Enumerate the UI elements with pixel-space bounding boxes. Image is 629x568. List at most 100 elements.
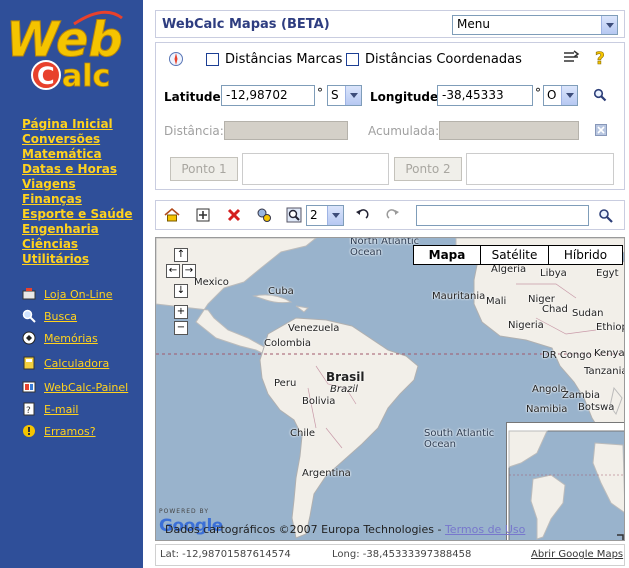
label-mexico: Mexico — [194, 277, 229, 288]
pan-left-button[interactable]: ← — [166, 264, 180, 278]
map-type-hybrid[interactable]: Híbrido — [548, 246, 622, 264]
latitude-degree-symbol: ° — [317, 86, 323, 100]
latitude-direction-value: S — [331, 88, 339, 102]
help-icon[interactable]: ? — [594, 49, 608, 67]
tool-email[interactable]: ? E-mail — [22, 402, 79, 416]
label-egypt: Egyt — [596, 268, 619, 279]
compass-icon[interactable] — [168, 51, 184, 67]
chevron-down-icon[interactable] — [561, 86, 577, 105]
label-argentina: Argentina — [302, 468, 351, 479]
nav-engineering[interactable]: Engenharia — [22, 222, 99, 236]
checkbox-marker-distances[interactable]: Distâncias Marcas — [206, 52, 342, 67]
pan-up-button[interactable]: ↑ — [174, 248, 188, 262]
logo-alc-text: alc — [62, 59, 110, 94]
zoom-in-button[interactable]: + — [174, 305, 188, 319]
nav-travel[interactable]: Viagens — [22, 177, 76, 191]
label-brazil: Brazil — [330, 384, 358, 395]
chevron-down-icon[interactable] — [601, 16, 617, 34]
redo-icon[interactable] — [385, 207, 401, 223]
nav-sciences[interactable]: Ciências — [22, 237, 78, 251]
longitude-direction-select[interactable]: O — [543, 85, 578, 106]
title-bar: WebCalc Mapas (BETA) Menu — [155, 10, 625, 38]
calculator-icon — [23, 356, 35, 370]
label-algeria: Algeria — [491, 264, 527, 275]
accumulated-field — [439, 121, 579, 140]
sidebar: Web C alc Página Inicial Conversões Mate… — [0, 0, 143, 568]
tool-shop-label: Loja On-Line — [44, 287, 113, 301]
tool-calculator[interactable]: Calculadora — [22, 356, 109, 370]
tool-panel[interactable]: WebCalc-Painel — [22, 380, 128, 394]
label-chad: Chad — [542, 304, 568, 315]
label-mali: Mali — [486, 296, 507, 307]
tool-memory-label: Memórias — [44, 331, 98, 345]
checkbox-marker-distances-label: Distâncias Marcas — [225, 52, 343, 67]
longitude-label: Longitude: — [370, 90, 443, 104]
delete-icon[interactable] — [226, 207, 242, 223]
nav-dates-times[interactable]: Datas e Horas — [22, 162, 117, 176]
checkbox-coordinate-distances-label: Distâncias Coordenadas — [365, 52, 522, 67]
label-botswana: Botswa — [578, 402, 615, 413]
map-type-satellite[interactable]: Satélite — [480, 246, 548, 264]
pan-down-button[interactable]: ↓ — [174, 284, 188, 298]
menu-select[interactable]: Menu — [452, 15, 618, 35]
tool-calculator-label: Calculadora — [44, 356, 110, 370]
checkbox-marker-distances-box[interactable] — [206, 53, 219, 66]
webcalc-logo[interactable]: Web C alc — [4, 4, 134, 96]
latitude-input[interactable]: -12,98702 — [221, 85, 315, 106]
zoom-level-value: 2 — [310, 208, 318, 222]
address-search-input[interactable] — [416, 205, 589, 226]
svg-text:?: ? — [26, 406, 31, 416]
point2-info — [466, 153, 614, 185]
nav-sport-health[interactable]: Esporte e Saúde — [22, 207, 132, 221]
open-google-maps-link[interactable]: Abrir Google Maps — [531, 549, 623, 560]
longitude-direction-value: O — [547, 88, 557, 102]
coordinate-format-icon[interactable] — [562, 50, 580, 66]
zoom-level-select[interactable]: 2 — [306, 205, 344, 226]
label-sudan: Sudan — [572, 308, 604, 319]
point1-button[interactable]: Ponto 1 — [170, 157, 238, 181]
settings-icon[interactable] — [256, 207, 272, 223]
latitude-direction-select[interactable]: S — [327, 85, 362, 106]
panel-icon — [22, 381, 36, 393]
checkbox-coordinate-distances[interactable]: Distâncias Coordenadas — [346, 52, 522, 67]
label-nigeria: Nigeria — [508, 320, 544, 331]
tool-search[interactable]: Busca — [22, 309, 77, 323]
terms-of-use-link[interactable]: Termos de Uso — [445, 523, 525, 536]
home-icon[interactable] — [164, 207, 180, 223]
nav-finance[interactable]: Finanças — [22, 192, 82, 206]
chevron-down-icon[interactable] — [345, 86, 361, 105]
label-north-atlantic: North Atlantic Ocean — [350, 237, 420, 258]
logo-c-letter: C — [37, 62, 55, 90]
search-icon[interactable] — [593, 88, 607, 102]
map-viewport[interactable]: North Atlantic Ocean Mexico Cuba Venezue… — [155, 237, 625, 541]
checkbox-coordinate-distances-box[interactable] — [346, 53, 359, 66]
map-copyright-text: Dados cartográficos ©2007 Europa Technol… — [165, 523, 445, 536]
chevron-down-icon[interactable] — [327, 206, 343, 225]
tool-shop[interactable]: Loja On-Line — [22, 287, 112, 301]
point2-button[interactable]: Ponto 2 — [394, 157, 462, 181]
email-icon: ? — [23, 402, 35, 416]
label-bolivia: Bolivia — [302, 396, 336, 407]
zoom-out-button[interactable]: − — [174, 321, 188, 335]
undo-icon[interactable] — [354, 207, 370, 223]
zoom-icon[interactable] — [286, 207, 302, 223]
page-title: WebCalc Mapas (BETA) — [162, 17, 330, 32]
label-ethiopia: Ethiopi — [596, 322, 624, 333]
tool-report-error[interactable]: Erramos? — [22, 424, 96, 438]
label-tanzania: Tanzania — [584, 366, 625, 377]
tool-memory[interactable]: Memórias — [22, 331, 98, 345]
clear-icon[interactable] — [595, 124, 607, 136]
pan-right-button[interactable]: → — [182, 264, 196, 278]
status-bar: Lat: -12,98701587614574 Long: -38,453333… — [155, 544, 625, 566]
memory-icon — [22, 331, 36, 345]
map-type-map[interactable]: Mapa — [414, 246, 480, 264]
longitude-input[interactable]: -38,45333 — [437, 85, 533, 106]
nav-math[interactable]: Matemática — [22, 147, 102, 161]
search-icon[interactable] — [598, 208, 614, 224]
nav-conversions[interactable]: Conversões — [22, 132, 100, 146]
map-toolbar: 2 — [155, 200, 625, 230]
nav-utilities[interactable]: Utilitários — [22, 252, 89, 266]
nav-home[interactable]: Página Inicial — [22, 117, 113, 131]
label-zambia: Zambia — [562, 390, 600, 401]
add-marker-icon[interactable] — [195, 207, 211, 223]
